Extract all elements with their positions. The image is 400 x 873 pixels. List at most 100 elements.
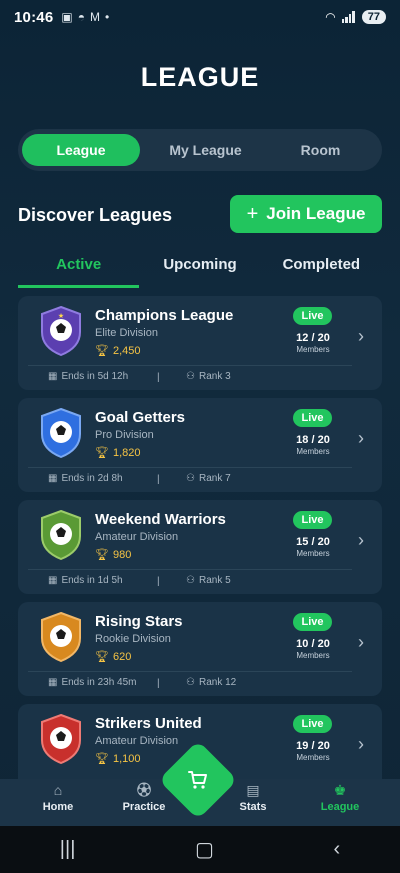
nav-stats[interactable]: ▤ Stats bbox=[234, 779, 272, 813]
users-icon: ⚇ bbox=[186, 473, 195, 484]
meta-separator: | bbox=[157, 576, 160, 587]
ends-info: ▦ Ends in 23h 45m bbox=[48, 677, 137, 688]
plus-icon: + bbox=[246, 203, 259, 225]
league-division: Amateur Division bbox=[95, 531, 179, 543]
league-division: Elite Division bbox=[95, 327, 158, 339]
status-badge: Live bbox=[293, 511, 332, 529]
nav-league-label: League bbox=[320, 801, 360, 813]
recents-icon[interactable]: ||| bbox=[60, 838, 76, 861]
shield-badge-icon bbox=[41, 408, 81, 458]
chevron-right-icon[interactable]: › bbox=[358, 326, 364, 347]
meta-separator: | bbox=[157, 678, 160, 689]
chevron-right-icon[interactable]: › bbox=[358, 530, 364, 551]
meta-separator: | bbox=[157, 474, 160, 485]
members-count: 18 / 20 Members bbox=[292, 434, 334, 456]
league-card[interactable]: Goal Getters Pro Division 🏆︎ 1,820 Live 1… bbox=[18, 398, 382, 492]
users-icon: ⚇ bbox=[186, 575, 195, 586]
rank-info: ⚇ Rank 3 bbox=[186, 371, 231, 382]
back-icon[interactable]: ‹ bbox=[334, 838, 341, 861]
signal-icon bbox=[341, 11, 356, 23]
league-division: Amateur Division bbox=[95, 735, 179, 747]
rank-text: Rank 5 bbox=[198, 575, 231, 586]
league-card[interactable]: ★ Champions League Elite Division 🏆︎ 2,45… bbox=[18, 296, 382, 390]
nav-practice-label: Practice bbox=[122, 801, 166, 813]
ends-info: ▦ Ends in 5d 12h bbox=[48, 371, 128, 382]
ends-info: ▦ Ends in 2d 8h bbox=[48, 473, 123, 484]
trophy-icon: 🏆︎ bbox=[95, 753, 109, 765]
points-value: 1,100 bbox=[112, 752, 141, 765]
league-list: ★ Champions League Elite Division 🏆︎ 2,45… bbox=[18, 296, 382, 806]
trophy-icon: 🏆︎ bbox=[95, 651, 109, 663]
mail-icon: M bbox=[89, 10, 100, 24]
chevron-right-icon[interactable]: › bbox=[358, 632, 364, 653]
svg-text:★: ★ bbox=[58, 312, 64, 320]
notification-icons: ▣ ◓ M • bbox=[61, 10, 109, 24]
status-time: 10:46 bbox=[14, 8, 54, 26]
trophy-icon: 🏆︎ bbox=[95, 549, 109, 561]
segment-league[interactable]: League bbox=[22, 134, 140, 166]
trophy-icon: 🏆︎ bbox=[95, 345, 109, 357]
meta-separator: | bbox=[157, 372, 160, 383]
members-value: 19 / 20 bbox=[296, 740, 330, 752]
members-count: 12 / 20 Members bbox=[292, 332, 334, 354]
segment-my-league[interactable]: My League bbox=[148, 134, 263, 166]
calendar-icon: ▦ bbox=[48, 473, 58, 484]
ends-text: Ends in 23h 45m bbox=[61, 677, 137, 688]
home-button-icon[interactable]: ▢ bbox=[195, 837, 214, 862]
league-name: Weekend Warriors bbox=[95, 511, 226, 528]
calendar-icon: ▦ bbox=[48, 371, 58, 382]
points-value: 2,450 bbox=[112, 344, 141, 357]
league-card[interactable]: Weekend Warriors Amateur Division 🏆︎ 980 … bbox=[18, 500, 382, 594]
system-navigation-bar: ||| ▢ ‹ bbox=[0, 826, 400, 873]
status-bar: 10:46 ▣ ◓ M • ◠ 77 bbox=[0, 0, 400, 34]
members-value: 12 / 20 bbox=[296, 332, 330, 344]
league-name: Goal Getters bbox=[95, 409, 186, 426]
status-tabs: Active Upcoming Completed bbox=[18, 250, 382, 288]
join-league-button[interactable]: + Join League bbox=[230, 195, 382, 233]
card-divider bbox=[28, 569, 352, 570]
chevron-right-icon[interactable]: › bbox=[358, 428, 364, 449]
tab-active[interactable]: Active bbox=[18, 250, 140, 288]
segment-room[interactable]: Room bbox=[263, 134, 378, 166]
nav-home[interactable]: ⌂ Home bbox=[38, 779, 78, 813]
chevron-right-icon[interactable]: › bbox=[358, 734, 364, 755]
tab-completed[interactable]: Completed bbox=[261, 250, 382, 288]
league-division: Rookie Division bbox=[95, 633, 171, 645]
battery-indicator: 77 bbox=[361, 10, 386, 24]
members-value: 15 / 20 bbox=[296, 536, 330, 548]
ends-text: Ends in 2d 8h bbox=[61, 473, 123, 484]
league-name: Strikers United bbox=[95, 715, 202, 732]
page-title: LEAGUE bbox=[140, 62, 260, 92]
users-icon: ⚇ bbox=[186, 677, 195, 688]
league-points: 🏆︎ 620 bbox=[95, 650, 131, 664]
calendar-icon: ▦ bbox=[48, 677, 58, 688]
league-card[interactable]: Rising Stars Rookie Division 🏆︎ 620 Live … bbox=[18, 602, 382, 696]
members-count: 19 / 20 Members bbox=[292, 740, 334, 762]
trophy-icon: 🏆︎ bbox=[95, 447, 109, 459]
members-label: Members bbox=[296, 753, 330, 762]
rank-info: ⚇ Rank 5 bbox=[186, 575, 231, 586]
wifi-icon: ◠ bbox=[325, 10, 336, 24]
shield-badge-icon bbox=[41, 714, 81, 764]
rank-text: Rank 7 bbox=[198, 473, 231, 484]
league-segmented-control: League My League Room bbox=[18, 129, 382, 171]
league-points: 🏆︎ 1,820 bbox=[95, 446, 141, 460]
points-value: 1,820 bbox=[112, 446, 141, 459]
nav-stats-label: Stats bbox=[239, 801, 267, 813]
cart-icon bbox=[188, 771, 207, 789]
tab-upcoming[interactable]: Upcoming bbox=[139, 250, 260, 288]
ends-text: Ends in 1d 5h bbox=[61, 575, 123, 586]
nav-home-label: Home bbox=[42, 801, 74, 813]
section-title: Discover Leagues bbox=[18, 205, 173, 225]
members-value: 18 / 20 bbox=[296, 434, 330, 446]
home-icon: ⌂ bbox=[53, 782, 63, 798]
status-badge: Live bbox=[293, 613, 332, 631]
card-divider bbox=[28, 467, 352, 468]
members-value: 10 / 20 bbox=[296, 638, 330, 650]
card-divider bbox=[28, 671, 352, 672]
members-label: Members bbox=[296, 345, 330, 354]
league-name: Rising Stars bbox=[95, 613, 183, 630]
nav-league[interactable]: ♚ League bbox=[316, 779, 364, 813]
members-label: Members bbox=[296, 549, 330, 558]
status-badge: Live bbox=[293, 409, 332, 427]
